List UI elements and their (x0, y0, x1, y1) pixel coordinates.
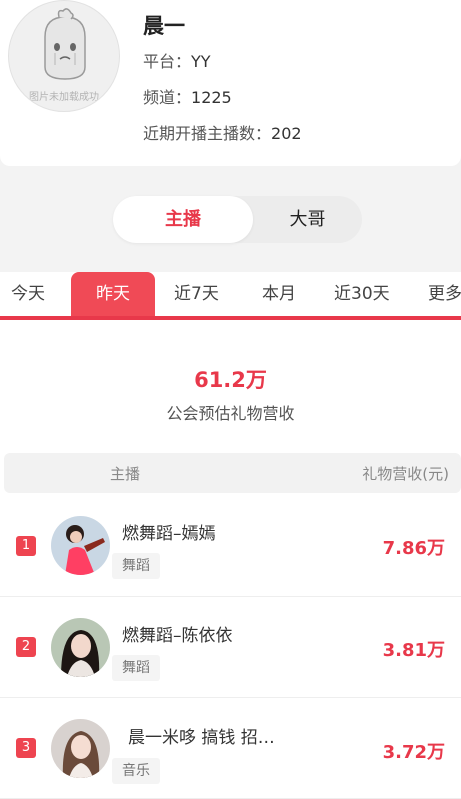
tab-more[interactable]: 更多 (428, 272, 461, 316)
revenue-amount: 3.81万 (382, 640, 445, 661)
ranking-type-toggle: 主播 大哥 (113, 196, 362, 243)
total-revenue-label: 公会预估礼物营收 (166, 404, 295, 423)
tab-last-30-days[interactable]: 近30天 (334, 272, 390, 316)
toggle-streamer[interactable]: 主播 (113, 196, 253, 243)
channel-label: 频道： (143, 88, 192, 107)
revenue-amount: 7.86万 (382, 538, 445, 559)
streamer-name: 燃舞蹈–陈依依 (122, 626, 233, 646)
channel-value: 1225 (191, 88, 232, 107)
table-row[interactable]: 3 晨一米哆 搞钱 招… 音乐 3.72万 (0, 698, 461, 799)
rank-badge: 3 (16, 738, 36, 758)
streamer-count-label: 近期开播主播数： (143, 124, 272, 143)
tab-yesterday[interactable]: 昨天 (71, 272, 155, 316)
avatar-placeholder-text: 图片未加载成功 (29, 92, 99, 103)
streamer-name: 燃舞蹈–嫣嫣 (122, 524, 216, 544)
rank-badge: 2 (16, 637, 36, 657)
platform-label: 平台： (143, 52, 192, 71)
tab-last-7-days[interactable]: 近7天 (174, 272, 219, 316)
revenue-amount: 3.72万 (382, 742, 445, 763)
toggle-big-brother[interactable]: 大哥 (253, 196, 362, 243)
avatar (51, 516, 110, 575)
total-revenue-value: 61.2万 (194, 368, 267, 392)
table-header: 主播 礼物营收(元) (4, 453, 461, 493)
streamer-count-line: 近期开播主播数：202 (143, 120, 302, 144)
guild-avatar: 图片未加载成功 (8, 0, 120, 112)
streamer-name: 晨一米哆 搞钱 招… (128, 728, 275, 748)
date-tabs: 今天 昨天 近7天 本月 近30天 更多 (0, 272, 461, 320)
tab-this-month[interactable]: 本月 (262, 272, 296, 316)
channel-line: 频道：1225 (143, 84, 232, 108)
guild-name: 晨一 (143, 14, 185, 38)
table-row[interactable]: 2 燃舞蹈–陈依依 舞蹈 3.81万 (0, 597, 461, 698)
avatar (51, 719, 110, 778)
broken-image-icon (44, 8, 86, 80)
category-tag: 音乐 (112, 758, 160, 784)
rank-badge: 1 (16, 536, 36, 556)
column-revenue: 礼物营收(元) (362, 465, 449, 483)
platform-value: YY (191, 52, 211, 71)
column-streamer: 主播 (110, 465, 141, 483)
avatar (51, 618, 110, 677)
streamer-count-value: 202 (271, 124, 302, 143)
platform-line: 平台：YY (143, 48, 211, 72)
category-tag: 舞蹈 (112, 655, 160, 681)
table-row[interactable]: 1 燃舞蹈–嫣嫣 舞蹈 7.86万 (0, 496, 461, 597)
tab-today[interactable]: 今天 (11, 272, 45, 316)
category-tag: 舞蹈 (112, 553, 160, 579)
guild-header: 图片未加载成功 晨一 平台：YY 频道：1225 近期开播主播数：202 (0, 0, 461, 166)
